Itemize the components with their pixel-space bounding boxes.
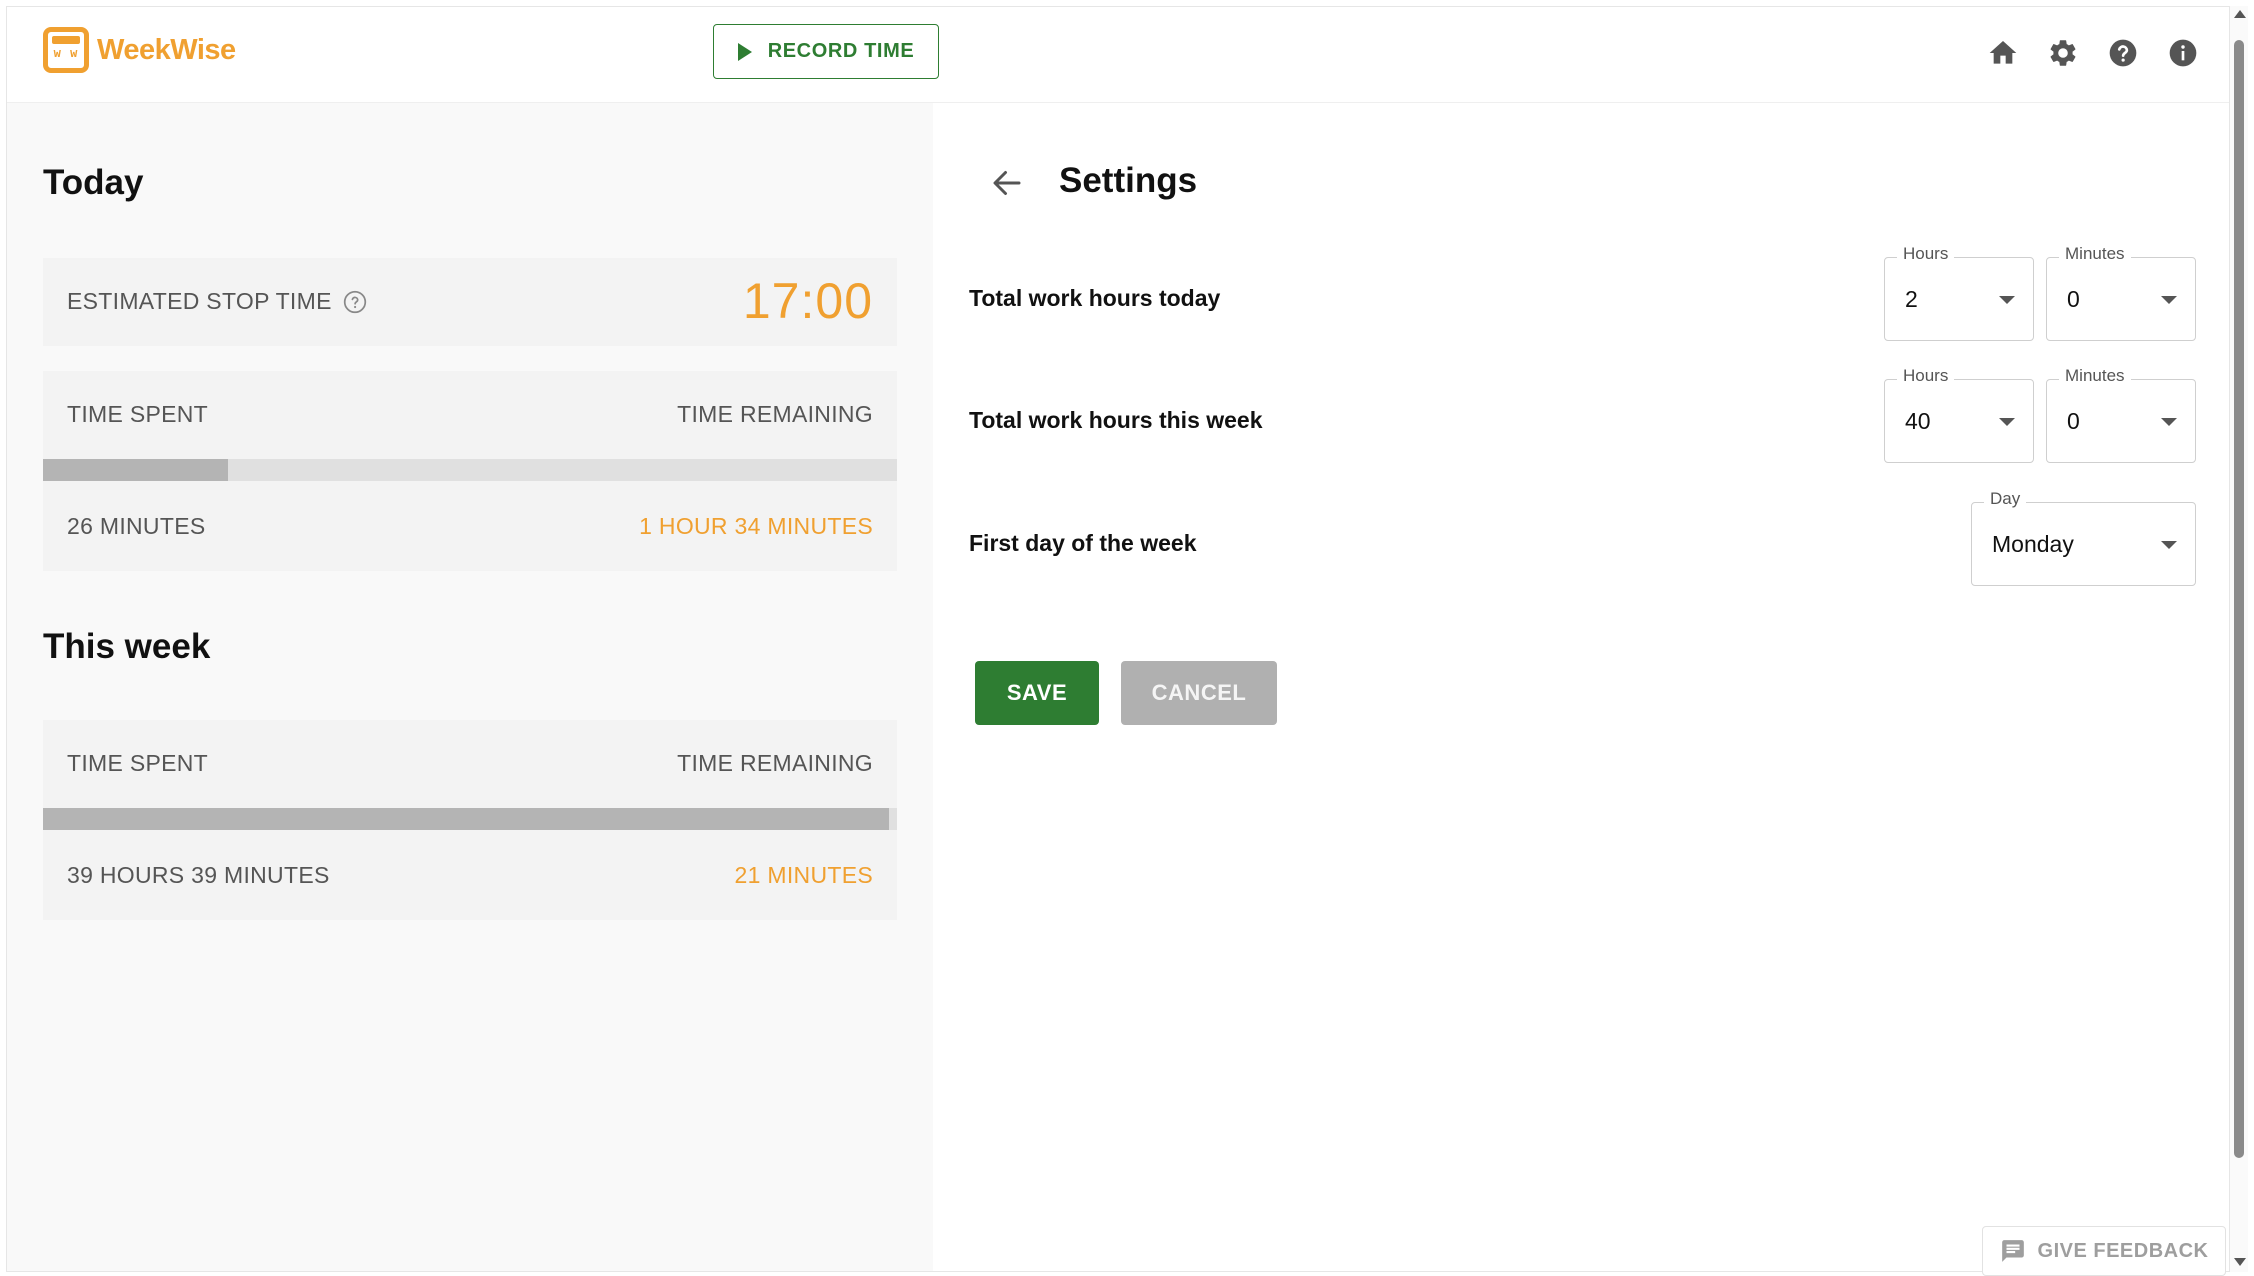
today-heading: Today xyxy=(43,163,144,202)
estimated-stop-card: ESTIMATED STOP TIME 17:00 xyxy=(43,258,897,346)
week-minutes-legend: Minutes xyxy=(2059,366,2131,386)
week-hours-select[interactable]: Hours 40 xyxy=(1884,366,2034,463)
week-time-spent-value: 39 HOURS 39 MINUTES xyxy=(67,862,330,888)
week-progress-fill xyxy=(43,808,890,830)
today-progress-bar xyxy=(43,459,897,481)
play-icon xyxy=(737,42,752,61)
app-name: WeekWise xyxy=(97,33,236,66)
today-hours-legend: Hours xyxy=(1897,244,1955,264)
today-time-remaining-label: TIME REMAINING xyxy=(677,401,873,427)
today-hours-select[interactable]: Hours 2 xyxy=(1884,244,2034,341)
back-arrow-icon[interactable] xyxy=(989,165,1025,201)
app-window: w w WeekWise RECORD TIME Today ESTIMATED… xyxy=(6,6,2230,1272)
first-day-legend: Day xyxy=(1984,489,2027,509)
week-time-spent-label: TIME SPENT xyxy=(67,750,209,776)
week-heading: This week xyxy=(43,627,211,666)
first-day-value: Monday xyxy=(1992,531,2074,557)
give-feedback-button[interactable]: GIVE FEEDBACK xyxy=(1982,1226,2226,1276)
today-time-card: TIME SPENT TIME REMAINING 26 MINUTES 1 H… xyxy=(43,371,897,571)
week-progress-bar xyxy=(43,808,897,830)
feedback-icon xyxy=(2001,1240,2024,1262)
week-hours-legend: Hours xyxy=(1897,366,1955,386)
help-circle-icon[interactable] xyxy=(342,289,368,315)
work-hours-week-label: Total work hours this week xyxy=(969,407,1263,433)
give-feedback-label: GIVE FEEDBACK xyxy=(2037,1239,2209,1262)
week-time-remaining-label: TIME REMAINING xyxy=(677,750,873,776)
gear-icon[interactable] xyxy=(2047,37,2079,69)
chevron-down-icon xyxy=(2161,296,2177,304)
settings-panel: Settings Total work hours today Hours 2 … xyxy=(933,103,2229,1271)
estimated-stop-value: 17:00 xyxy=(742,273,873,329)
today-time-spent-value: 26 MINUTES xyxy=(67,513,206,539)
cancel-button[interactable]: CANCEL xyxy=(1121,661,1277,725)
today-hours-value: 2 xyxy=(1905,286,1918,312)
help-icon[interactable] xyxy=(2107,37,2139,69)
today-progress-fill xyxy=(43,459,229,481)
chevron-down-icon xyxy=(2161,418,2177,426)
logo[interactable]: w w WeekWise xyxy=(43,27,236,73)
week-time-remaining-value: 21 MINUTES xyxy=(734,862,873,888)
top-bar: w w WeekWise RECORD TIME xyxy=(7,7,2229,103)
today-time-remaining-value: 1 HOUR 34 MINUTES xyxy=(639,513,873,539)
today-minutes-legend: Minutes xyxy=(2059,244,2131,264)
first-day-label: First day of the week xyxy=(969,530,1197,556)
week-minutes-value: 0 xyxy=(2067,408,2080,434)
record-time-button[interactable]: RECORD TIME xyxy=(713,24,939,79)
scrollbar[interactable] xyxy=(2230,6,2248,1272)
home-icon[interactable] xyxy=(1987,37,2019,69)
estimated-stop-label: ESTIMATED STOP TIME xyxy=(67,288,368,315)
summary-panel: Today ESTIMATED STOP TIME 17:00 TIME SPE… xyxy=(7,103,933,1271)
work-hours-today-label: Total work hours today xyxy=(969,285,1221,311)
today-minutes-value: 0 xyxy=(2067,286,2080,312)
first-day-select[interactable]: Day Monday xyxy=(1971,489,2196,586)
scroll-down-icon[interactable] xyxy=(2234,1258,2246,1266)
today-minutes-select[interactable]: Minutes 0 xyxy=(2046,244,2196,341)
save-button[interactable]: SAVE xyxy=(975,661,1099,725)
info-icon[interactable] xyxy=(2167,37,2199,69)
chevron-down-icon xyxy=(2161,541,2177,549)
record-time-label: RECORD TIME xyxy=(767,40,915,62)
week-minutes-select[interactable]: Minutes 0 xyxy=(2046,366,2196,463)
top-icons xyxy=(1987,37,2199,69)
scrollbar-thumb[interactable] xyxy=(2234,40,2244,1158)
chevron-down-icon xyxy=(1999,418,2015,426)
week-time-card: TIME SPENT TIME REMAINING 39 HOURS 39 MI… xyxy=(43,720,897,920)
scroll-up-icon[interactable] xyxy=(2234,10,2246,18)
week-hours-value: 40 xyxy=(1905,408,1931,434)
chevron-down-icon xyxy=(1999,296,2015,304)
today-time-spent-label: TIME SPENT xyxy=(67,401,209,427)
logo-icon: w w xyxy=(43,27,89,73)
settings-title: Settings xyxy=(1059,161,1198,200)
